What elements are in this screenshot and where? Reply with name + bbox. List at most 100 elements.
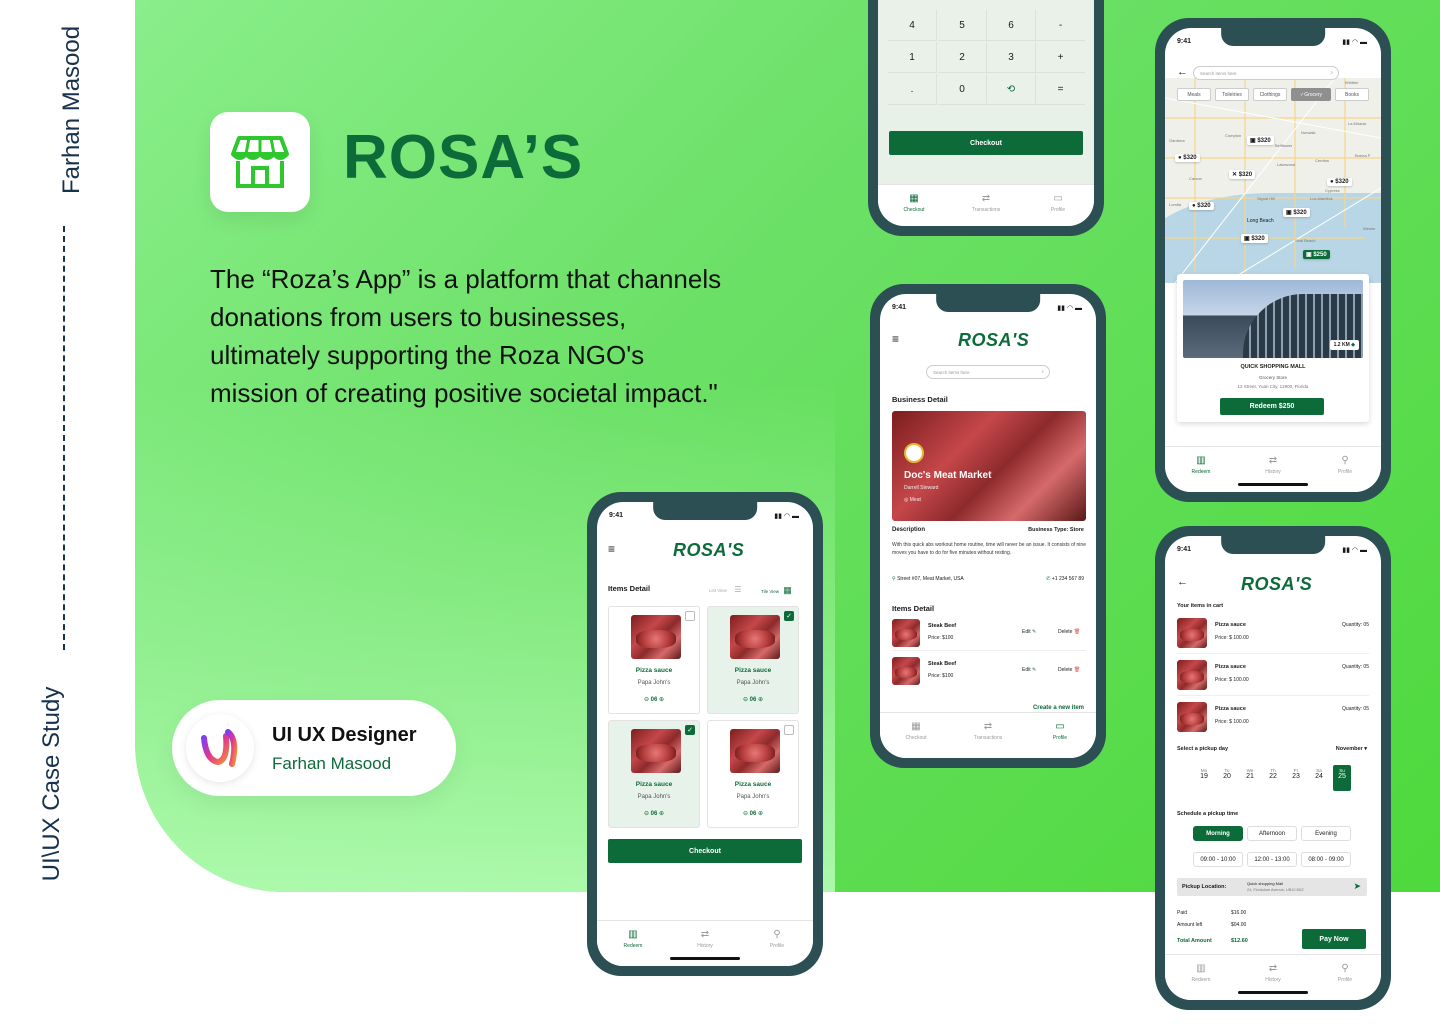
tile-checkbox-checked[interactable]: ✓ [784,611,794,621]
business-phone[interactable]: ✆ +1 234 567 89 [1046,576,1084,582]
tile-checkbox[interactable] [784,725,794,735]
item-tile[interactable]: Pizza sauce Papa John's ⊖ 06 ⊕ [707,720,799,828]
create-item-link[interactable]: Create a new item [1033,705,1084,711]
edit-button[interactable]: Edit ✎ [1022,667,1036,673]
chip-toiletries[interactable]: Toiletries [1215,88,1249,101]
quantity-stepper[interactable]: ⊖ 06 ⊕ [708,810,798,817]
item-tile-selected[interactable]: ✓ Pizza sauce Papa John's ⊖ 06 ⊕ [608,720,700,828]
price-marker-selected[interactable]: ▣ $250 [1303,250,1330,259]
transfer-icon: ⇄ [1268,455,1278,466]
nav-redeem[interactable]: ▥ Redeem [608,929,658,966]
checkout-button[interactable]: Checkout [889,131,1083,155]
day-option[interactable]: Tu 20 [1218,768,1236,780]
list-view-toggle[interactable]: List View ☰ [709,585,741,594]
chip-grocery-active[interactable]: ✓ Grocery [1291,88,1331,101]
time-slot[interactable]: 09:00 - 10:00 [1193,852,1243,867]
nav-history[interactable]: ⇄ History [1248,455,1298,492]
chip-clothings[interactable]: Clothings [1253,88,1287,101]
pickup-location-bar[interactable]: Pickup Location: Quick shopping Mall 24,… [1177,878,1367,896]
tile-image [631,729,681,773]
price-marker[interactable]: ● $320 [1175,154,1200,162]
nav-checkout[interactable]: ▦ Checkout [889,193,939,226]
day-option[interactable]: We 21 [1241,768,1259,780]
key-1[interactable]: 1 [888,42,937,73]
delete-button[interactable]: Delete 🗑 [1058,667,1080,673]
period-afternoon[interactable]: Afternoon [1247,826,1297,841]
key-5[interactable]: 5 [938,10,987,41]
key-2[interactable]: 2 [938,42,987,73]
nav-profile[interactable]: ⚲ Profile [752,929,802,966]
price-marker[interactable]: ▣ $320 [1241,234,1268,243]
place-label: Los Alamitos [1310,196,1333,201]
day-option[interactable]: Sa 24 [1310,768,1328,780]
tile-checkbox-checked[interactable]: ✓ [685,725,695,735]
month-select[interactable]: November ▾ [1336,746,1367,752]
tile-view-toggle[interactable]: Tile View ▦ [761,585,792,596]
nav-profile[interactable]: ▭ Profile [1035,721,1085,758]
price-marker[interactable]: ▣ $320 [1247,136,1274,145]
checkout-button[interactable]: Checkout [608,839,802,863]
search-input[interactable]: Search items here ⌕ [926,365,1050,379]
tile-sub: Papa John's [736,680,770,686]
pickup-location-address: 24, Florisdore Avenue, UB10 8DZ [1247,888,1304,892]
key-3[interactable]: 3 [987,42,1036,73]
business-owner: Darrell Steward [904,485,939,491]
back-icon[interactable]: ← [1177,66,1188,78]
key-minus[interactable]: - [1036,10,1085,41]
nav-profile[interactable]: ⚲ Profile [1320,455,1370,492]
key-equals[interactable]: = [1036,74,1085,105]
nav-redeem[interactable]: ▥ Redeem [1176,455,1226,492]
nav-redeem[interactable]: ▥ Redeem [1176,963,1226,1000]
period-morning-selected[interactable]: Morning [1193,826,1243,841]
store-card[interactable]: 1.2 KM ◆ QUICK SHOPPING MALL Grocery Sto… [1177,274,1369,422]
price-marker[interactable]: ● $320 [1327,178,1352,186]
period-evening[interactable]: Evening [1301,826,1351,841]
key-plus[interactable]: + [1036,42,1085,73]
nav-profile[interactable]: ⚲ Profile [1320,963,1370,1000]
menu-icon[interactable]: ≡ [608,542,615,556]
time-slot[interactable]: 12:00 - 13:00 [1247,852,1297,867]
day-option-selected[interactable]: Su 25 [1333,765,1351,791]
item-tile[interactable]: Pizza sauce Papa John's ⊖ 06 ⊕ [608,606,700,714]
nav-history[interactable]: ⇄ History [680,929,730,966]
price-marker[interactable]: ✕ $320 [1229,170,1256,179]
key-dot[interactable]: . [888,74,937,105]
keypad-screen: 4 5 6 - 1 2 3 + . 0 ⟲ = Checkout ▦ Checko… [878,0,1094,226]
price-marker[interactable]: ● $320 [1189,202,1214,210]
day-option[interactable]: Mo 19 [1195,768,1213,780]
business-category: ◎ Meat [904,497,921,503]
key-6[interactable]: 6 [987,10,1036,41]
delete-button[interactable]: Delete 🗑 [1058,629,1080,635]
redeem-button[interactable]: Redeem $250 [1220,398,1324,415]
nav-checkout[interactable]: ▦ Checkout [891,721,941,758]
nav-history[interactable]: ⇄ History [1248,963,1298,1000]
price-marker[interactable]: ▣ $320 [1283,208,1310,217]
search-icon: ⌕ [1041,369,1044,374]
day-option[interactable]: Th 22 [1264,768,1282,780]
quantity-stepper[interactable]: ⊖ 06 ⊕ [609,696,699,703]
quantity-stepper[interactable]: ⊖ 06 ⊕ [708,696,798,703]
key-4[interactable]: 4 [888,10,937,41]
map-view[interactable]: Whittier Compton Norwalk La Mirada Garde… [1165,78,1381,283]
menu-icon[interactable]: ≡ [892,332,899,346]
chip-books[interactable]: Books [1335,88,1369,101]
tile-checkbox[interactable] [685,611,695,621]
cart-item[interactable]: Pizza sauce Price: $ 100.00 Quantity: 05 [1177,698,1369,738]
cart-item[interactable]: Pizza sauce Price: $ 100.00 Quantity: 05 [1177,614,1369,654]
cart-item[interactable]: Pizza sauce Price: $ 100.00 Quantity: 05 [1177,656,1369,696]
item-tile-selected[interactable]: ✓ Pizza sauce Papa John's ⊖ 06 ⊕ [707,606,799,714]
key-0[interactable]: 0 [938,74,987,105]
nav-transactions[interactable]: ⇄ Transactions [963,721,1013,758]
day-option[interactable]: Fr 23 [1287,768,1305,780]
back-icon[interactable]: ← [1177,576,1188,588]
search-input[interactable]: Search items here ⌕ [1193,66,1339,80]
edit-button[interactable]: Edit ✎ [1022,629,1036,635]
chip-meals[interactable]: Meals [1177,88,1211,101]
business-avatar [904,443,924,463]
nav-profile[interactable]: ▭ Profile [1033,193,1083,226]
history-icon[interactable]: ⟲ [987,74,1036,105]
nav-transactions[interactable]: ⇄ Transactions [961,193,1011,226]
time-slot[interactable]: 08:00 - 09:00 [1301,852,1351,867]
pay-now-button[interactable]: Pay Now [1302,929,1366,949]
quantity-stepper[interactable]: ⊖ 06 ⊕ [609,810,699,817]
